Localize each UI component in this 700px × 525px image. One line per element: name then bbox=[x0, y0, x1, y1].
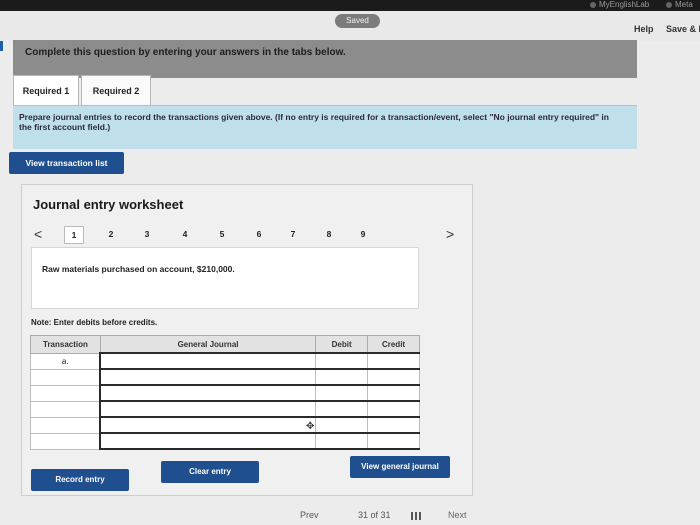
credit-field[interactable] bbox=[367, 416, 420, 434]
next-question-link[interactable]: Next bbox=[448, 510, 467, 520]
account-field[interactable] bbox=[99, 352, 317, 370]
next-page-arrow[interactable]: > bbox=[446, 225, 454, 243]
debit-field[interactable] bbox=[315, 432, 369, 450]
col-transaction: Transaction bbox=[30, 335, 101, 354]
save-exit-link[interactable]: Save & E bbox=[666, 24, 700, 34]
credit-field[interactable] bbox=[367, 352, 420, 370]
transaction-cell[interactable] bbox=[30, 368, 101, 386]
record-entry-button[interactable]: Record entry bbox=[31, 469, 129, 491]
debit-field[interactable] bbox=[315, 352, 369, 370]
left-edge-marker bbox=[0, 41, 3, 51]
account-field[interactable] bbox=[99, 368, 317, 386]
col-debit: Debit bbox=[315, 335, 369, 354]
account-field[interactable] bbox=[99, 384, 317, 402]
help-link[interactable]: Help bbox=[634, 24, 654, 34]
credit-field[interactable] bbox=[367, 368, 420, 386]
transaction-cell[interactable] bbox=[30, 384, 101, 402]
extension-myenglishlab[interactable]: MyEnglishLab bbox=[590, 0, 649, 10]
transaction-description: Raw materials purchased on account, $210… bbox=[42, 264, 235, 274]
debit-field[interactable] bbox=[315, 384, 369, 402]
col-general-journal: General Journal bbox=[99, 335, 317, 354]
grid-icon[interactable] bbox=[411, 512, 421, 520]
transaction-cell[interactable] bbox=[30, 400, 101, 418]
tab-required-2[interactable]: Required 2 bbox=[81, 75, 151, 107]
extension-label: Meta bbox=[675, 0, 693, 9]
table-row bbox=[30, 384, 420, 402]
extension-icon bbox=[666, 1, 672, 8]
col-credit: Credit bbox=[367, 335, 420, 354]
extension-meta[interactable]: Meta bbox=[666, 0, 693, 10]
tab-required-1[interactable]: Required 1 bbox=[13, 75, 79, 106]
page-1[interactable]: 1 bbox=[64, 226, 84, 244]
debit-field[interactable] bbox=[315, 400, 369, 418]
banner-text: Complete this question by entering your … bbox=[25, 47, 346, 58]
page-9[interactable]: 9 bbox=[354, 226, 372, 242]
credit-field[interactable] bbox=[367, 432, 420, 450]
prompt-box: Prepare journal entries to record the tr… bbox=[13, 105, 637, 149]
move-cursor-icon: ✥ bbox=[306, 421, 315, 432]
transaction-cell[interactable] bbox=[30, 432, 101, 450]
saved-indicator: Saved bbox=[335, 14, 380, 28]
worksheet-title: Journal entry worksheet bbox=[33, 197, 184, 212]
view-transaction-list-button[interactable]: View transaction list bbox=[9, 152, 124, 174]
clear-entry-button[interactable]: Clear entry bbox=[161, 461, 259, 483]
credit-field[interactable] bbox=[367, 400, 420, 418]
page-2[interactable]: 2 bbox=[102, 226, 120, 242]
top-strip: MyEnglishLab Meta bbox=[0, 0, 700, 11]
transaction-cell[interactable] bbox=[30, 416, 101, 434]
prompt-text: Prepare journal entries to record the tr… bbox=[19, 112, 609, 132]
transaction-description-box: Raw materials purchased on account, $210… bbox=[31, 247, 419, 309]
page-7[interactable]: 7 bbox=[284, 226, 302, 242]
page-3[interactable]: 3 bbox=[138, 226, 156, 242]
table-row bbox=[30, 400, 420, 418]
page-8[interactable]: 8 bbox=[320, 226, 338, 242]
extension-icon bbox=[590, 1, 596, 8]
instruction-banner: Complete this question by entering your … bbox=[13, 40, 637, 78]
prev-question-link[interactable]: Prev bbox=[300, 510, 319, 520]
table-row: a. bbox=[30, 352, 420, 370]
account-field[interactable] bbox=[99, 416, 317, 434]
table-header-row: Transaction General Journal Debit Credit bbox=[30, 335, 420, 354]
worksheet-pager: < 1 2 3 4 5 6 7 8 9 > bbox=[30, 225, 460, 244]
debit-field[interactable] bbox=[315, 368, 369, 386]
table-row bbox=[30, 432, 420, 450]
header-bar: Saved Help Save & E bbox=[0, 11, 700, 51]
journal-worksheet-panel: Journal entry worksheet < 1 2 3 4 5 6 7 … bbox=[21, 184, 473, 496]
page-6[interactable]: 6 bbox=[250, 226, 268, 242]
table-row bbox=[30, 416, 420, 434]
view-general-journal-button[interactable]: View general journal bbox=[350, 456, 450, 478]
debit-credit-note: Note: Enter debits before credits. bbox=[31, 318, 158, 327]
question-counter: 31 of 31 bbox=[358, 510, 391, 520]
journal-table: Transaction General Journal Debit Credit… bbox=[30, 335, 420, 450]
transaction-cell[interactable]: a. bbox=[30, 352, 101, 370]
debit-field[interactable] bbox=[315, 416, 369, 434]
account-field[interactable] bbox=[99, 432, 317, 450]
extension-label: MyEnglishLab bbox=[599, 0, 650, 9]
prev-page-arrow[interactable]: < bbox=[34, 225, 42, 243]
page-4[interactable]: 4 bbox=[176, 226, 194, 242]
page-5[interactable]: 5 bbox=[213, 226, 231, 242]
table-row bbox=[30, 368, 420, 386]
account-field[interactable] bbox=[99, 400, 317, 418]
credit-field[interactable] bbox=[367, 384, 420, 402]
